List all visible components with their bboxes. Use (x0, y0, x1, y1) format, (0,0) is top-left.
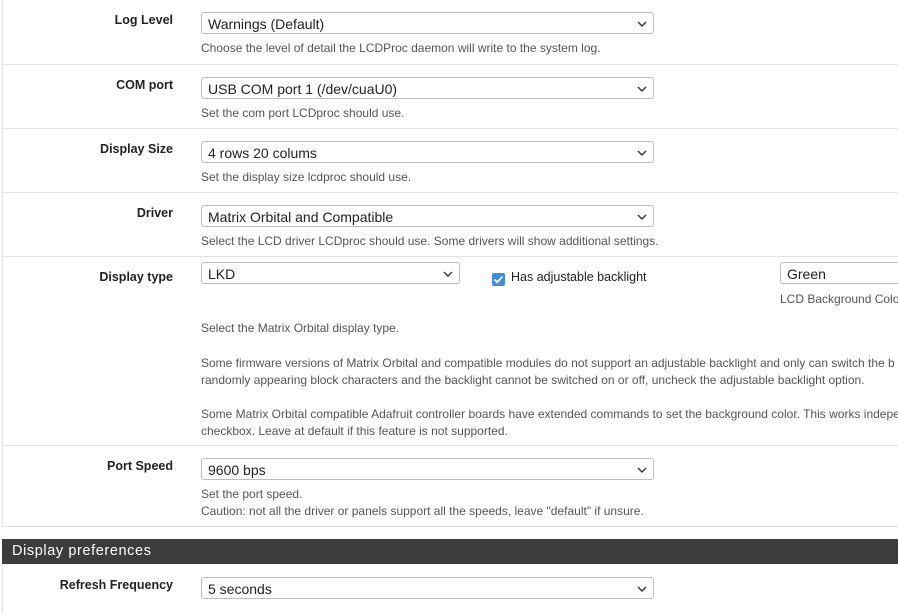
port-speed-help: Set the port speed. (201, 487, 303, 501)
port-speed-value: 9600 bps (208, 462, 266, 478)
refresh-frequency-label: Refresh Frequency (59, 578, 173, 592)
chevron-down-icon (443, 271, 453, 277)
log-level-value: Warnings (Default) (208, 16, 325, 32)
adafruit-help-line2: checkbox. Leave at default if this featu… (201, 424, 508, 438)
com-port-label: COM port (116, 78, 173, 92)
display-type-label: Display type (99, 270, 173, 284)
chevron-down-icon (637, 21, 647, 27)
com-port-select[interactable]: USB COM port 1 (/dev/cuaU0) (201, 77, 654, 99)
display-type-value: LKD (208, 266, 236, 282)
chevron-down-icon (637, 586, 647, 592)
chevron-down-icon (637, 86, 647, 92)
log-level-select[interactable]: Warnings (Default) (201, 12, 654, 34)
checkmark-icon (493, 275, 504, 284)
log-level-label: Log Level (114, 13, 173, 27)
port-speed-caution: Caution: not all the driver or panels su… (201, 504, 644, 518)
com-port-help: Set the com port LCDproc should use. (201, 106, 405, 120)
display-size-help: Set the display size lcdproc should use. (201, 170, 412, 184)
driver-value: Matrix Orbital and Compatible (208, 209, 394, 225)
row-display-size: Display Size 4 rows 20 colums Set the di… (3, 128, 898, 193)
chevron-down-icon (637, 214, 647, 220)
row-log-level: Log Level Warnings (Default) Choose the … (3, 0, 898, 65)
backlight-label: Has adjustable backlight (511, 270, 647, 284)
display-preferences-header: Display preferences (2, 539, 898, 564)
port-speed-label: Port Speed (107, 459, 173, 473)
chevron-down-icon (637, 467, 647, 473)
display-size-value: 4 rows 20 colums (208, 145, 317, 161)
chevron-down-icon (637, 150, 647, 156)
row-driver: Driver Matrix Orbital and Compatible Sel… (3, 192, 898, 257)
row-display-type: Display type LKD Has adjustable backligh… (3, 256, 898, 446)
driver-help: Select the LCD driver LCDproc should use… (201, 234, 659, 248)
refresh-frequency-value: 5 seconds (208, 581, 272, 597)
display-size-select[interactable]: 4 rows 20 colums (201, 141, 654, 163)
lcd-settings-panel: Log Level Warnings (Default) Choose the … (2, 0, 898, 527)
background-color-help: LCD Background Color (780, 292, 898, 306)
row-com-port: COM port USB COM port 1 (/dev/cuaU0) Set… (3, 64, 898, 129)
display-preferences-panel: Refresh Frequency 5 seconds (2, 564, 898, 614)
driver-select[interactable]: Matrix Orbital and Compatible (201, 205, 654, 227)
section-title: Display preferences (12, 543, 152, 559)
row-port-speed: Port Speed 9600 bps Set the port speed. … (3, 445, 898, 526)
background-color-value: Green (787, 266, 826, 282)
display-type-help: Select the Matrix Orbital display type. (201, 321, 400, 335)
com-port-value: USB COM port 1 (/dev/cuaU0) (208, 81, 398, 97)
log-level-help: Choose the level of detail the LCDProc d… (201, 41, 601, 55)
display-type-select[interactable]: LKD (201, 262, 460, 284)
port-speed-select[interactable]: 9600 bps (201, 458, 654, 480)
background-color-input[interactable]: Green (780, 262, 898, 284)
backlight-help-line1: Some firmware versions of Matrix Orbital… (201, 356, 895, 370)
display-size-label: Display Size (100, 142, 173, 156)
adafruit-help-line1: Some Matrix Orbital compatible Adafruit … (201, 407, 898, 421)
refresh-frequency-select[interactable]: 5 seconds (201, 577, 654, 599)
backlight-checkbox[interactable] (492, 273, 505, 286)
backlight-help-line2: randomly appearing block characters and … (201, 373, 865, 387)
driver-label: Driver (136, 206, 173, 220)
